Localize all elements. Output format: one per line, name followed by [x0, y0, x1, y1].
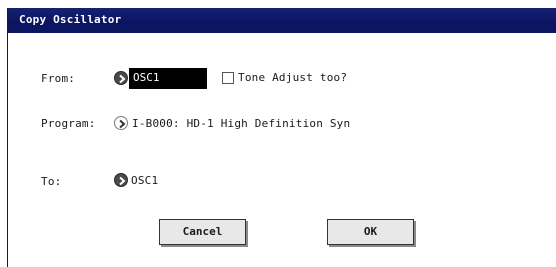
dialog-titlebar: Copy Oscillator: [8, 8, 556, 33]
from-label: From:: [41, 72, 76, 85]
to-oscillator-value[interactable]: OSC1: [131, 174, 158, 187]
from-oscillator-field[interactable]: OSC1: [129, 68, 207, 89]
from-selector-button[interactable]: [114, 71, 128, 85]
tone-adjust-checkbox[interactable]: [222, 72, 234, 84]
to-selector-button[interactable]: [114, 173, 128, 187]
cancel-button[interactable]: Cancel: [159, 219, 246, 245]
copy-oscillator-dialog: Copy Oscillator From: OSC1 Tone Adjust t…: [7, 8, 556, 267]
program-label: Program:: [41, 117, 96, 130]
ok-button[interactable]: OK: [327, 219, 414, 245]
chevron-right-icon: [119, 176, 126, 186]
dialog-title: Copy Oscillator: [19, 13, 122, 26]
program-selector-button[interactable]: [114, 116, 128, 130]
program-value: I-B000: HD-1 High Definition Syn: [132, 117, 351, 130]
chevron-right-icon: [119, 74, 126, 84]
to-label: To:: [41, 175, 62, 188]
tone-adjust-label: Tone Adjust too?: [238, 71, 348, 84]
chevron-right-icon: [119, 119, 126, 129]
